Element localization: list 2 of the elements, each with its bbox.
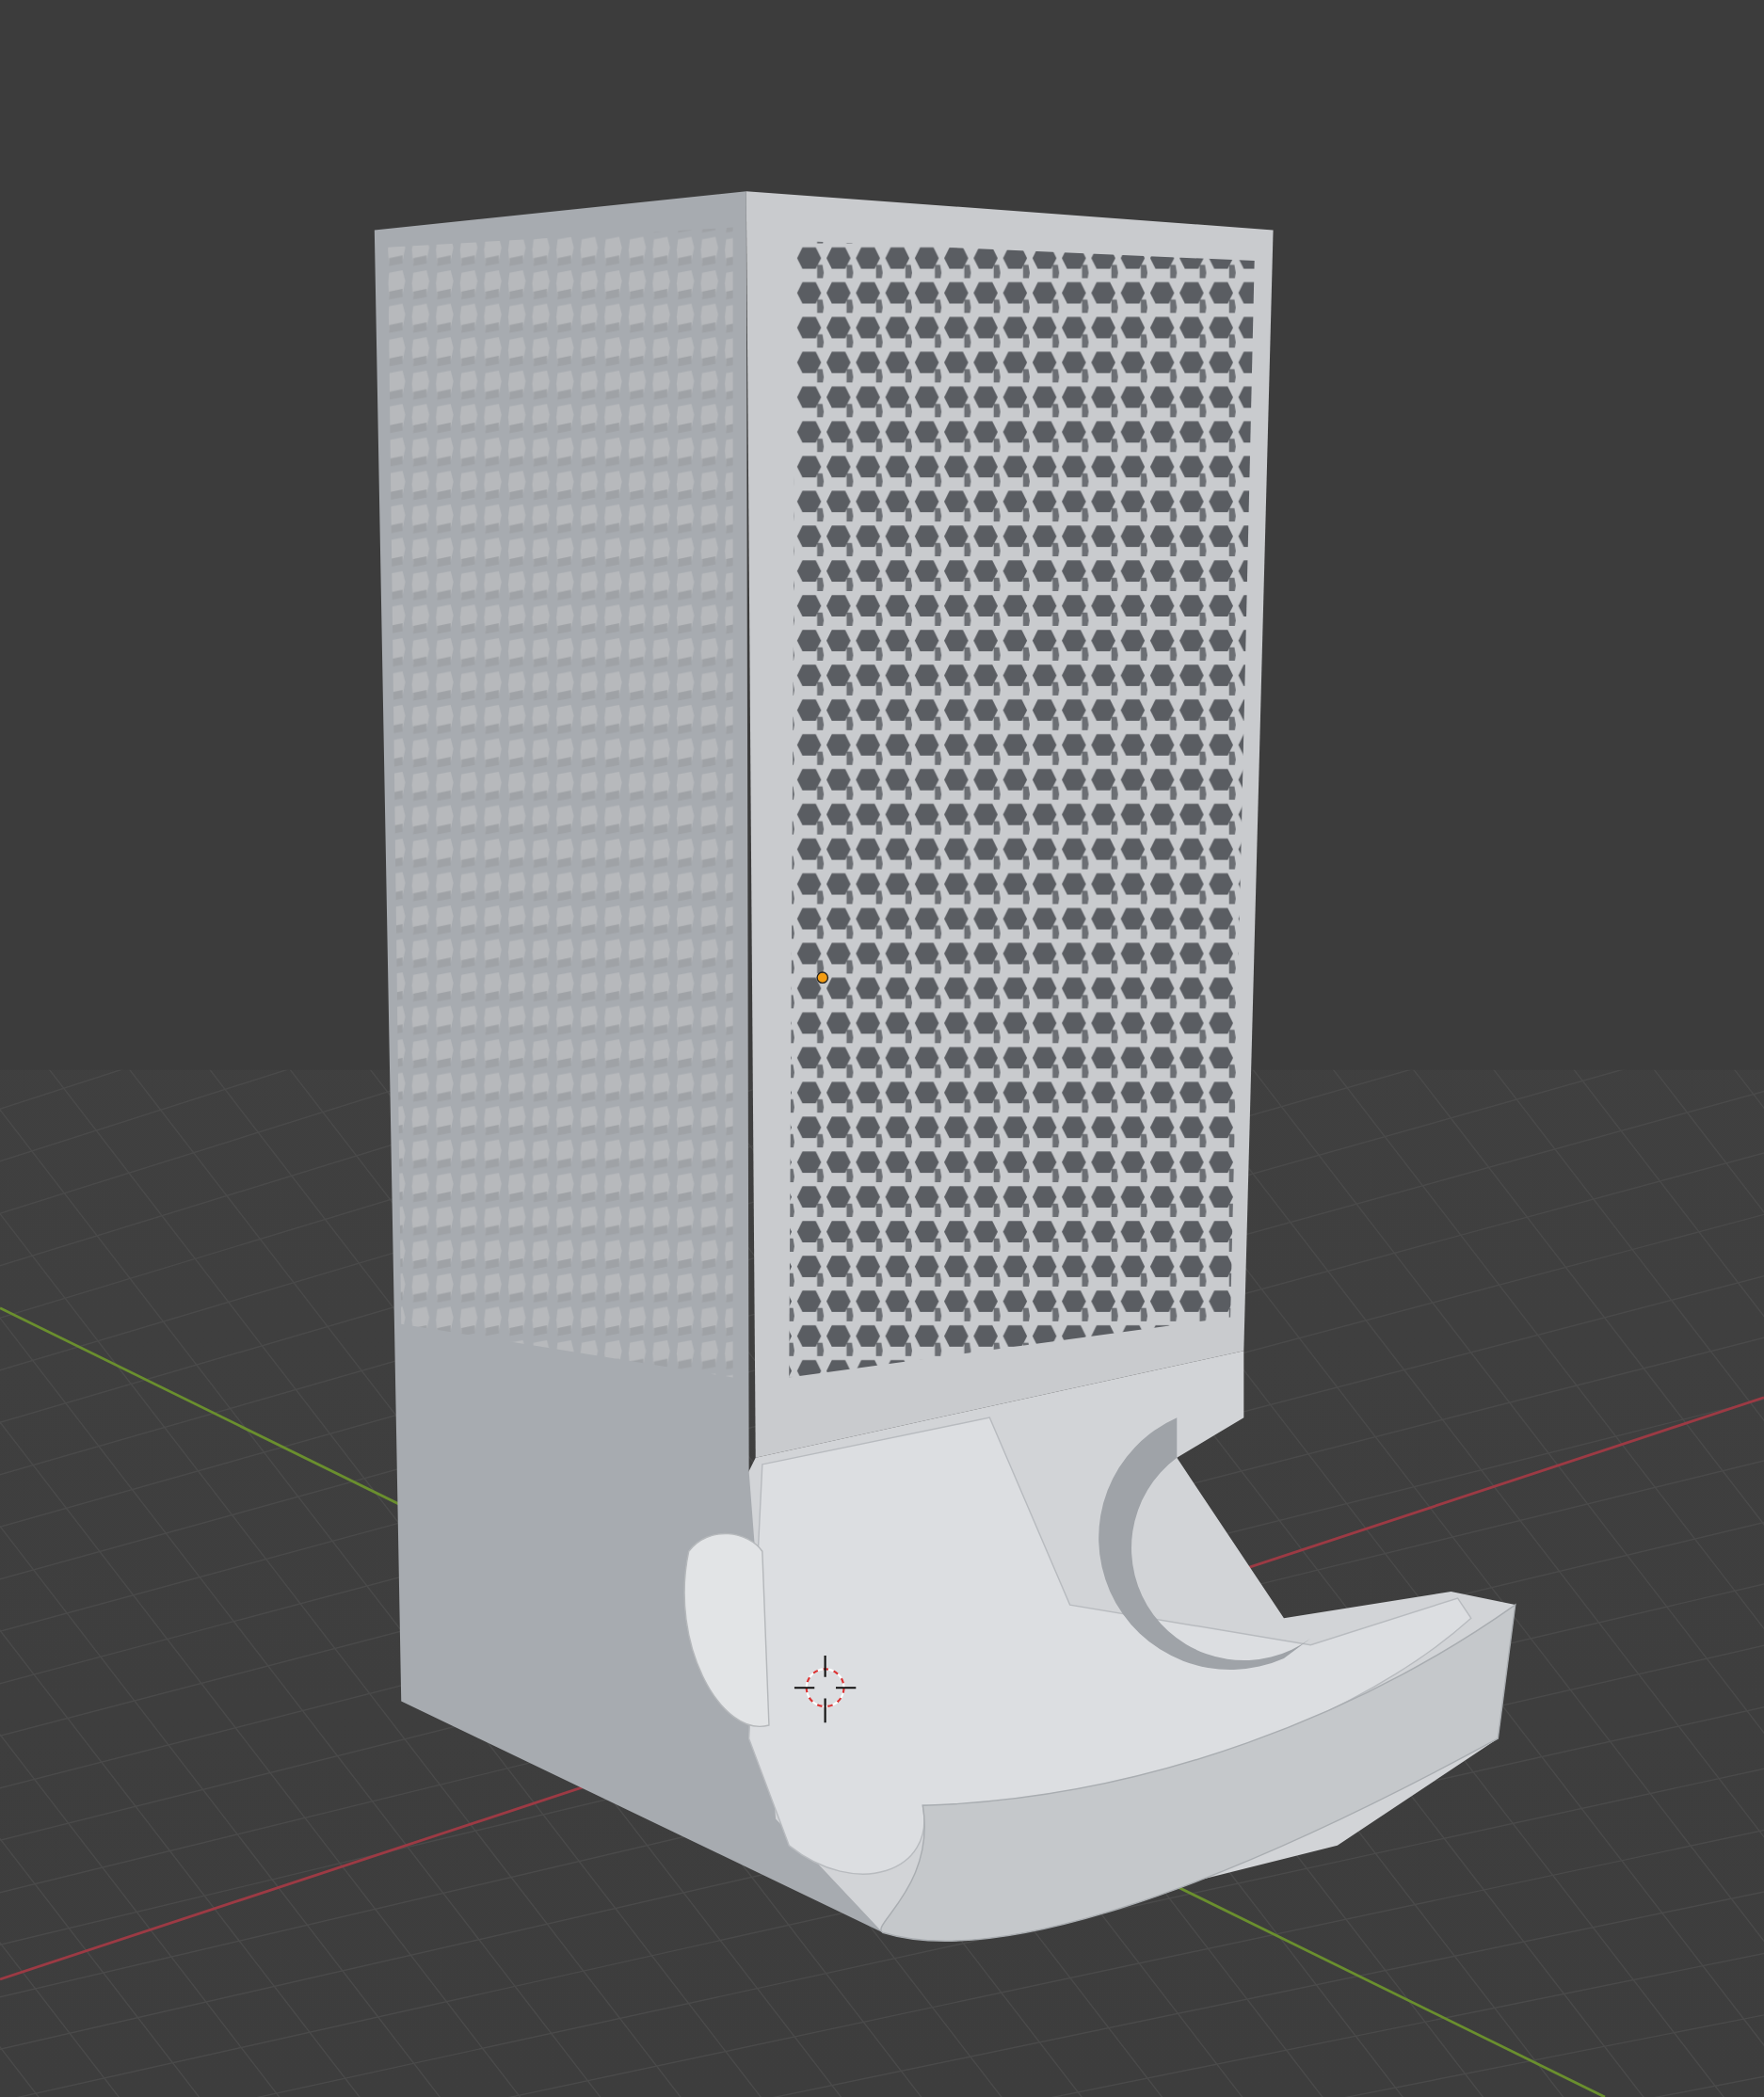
viewport[interactable]	[0, 0, 1764, 2097]
cursor-icon[interactable]	[793, 1655, 858, 1724]
